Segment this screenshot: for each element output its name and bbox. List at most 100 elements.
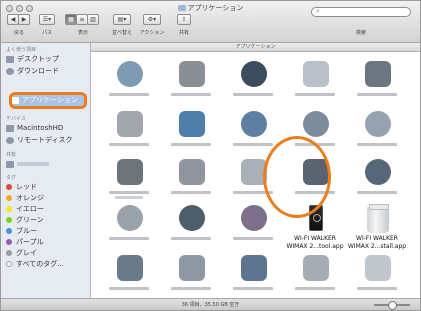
app-tile[interactable] — [99, 157, 159, 207]
sidebar-item-desktop[interactable]: デスクトップ — [6, 54, 88, 64]
app-tile[interactable] — [161, 59, 221, 109]
app-tile[interactable] — [347, 59, 407, 109]
app-tile[interactable] — [99, 59, 159, 109]
app-label: WI-FI WALKER WIMAX 2...tool.app — [286, 235, 344, 250]
search-label: 検索 — [355, 30, 366, 36]
app-tile[interactable] — [99, 109, 159, 159]
app-icon — [365, 159, 391, 185]
tag-blue[interactable]: ブルー — [6, 226, 88, 236]
icon-size-slider[interactable] — [374, 301, 410, 310]
app-tile[interactable] — [99, 203, 159, 253]
arrange-icon: ▤▾ — [117, 16, 127, 23]
app-tile[interactable] — [223, 59, 283, 109]
finder-window: アプリケーション ◀ ▶ ☰▾ ▦ ≡ ▥ ▤▾ ⚙▾ ⇧ 戻る パス 表示 並… — [0, 0, 421, 311]
gray-tag-icon — [6, 250, 12, 256]
column-view-icon: ▥ — [90, 16, 96, 23]
app-tile[interactable] — [161, 203, 221, 253]
icon-grid: WI-FI WALKER WIMAX 2...tool.app WI-FI WA… — [91, 53, 420, 298]
app-icon — [241, 111, 267, 137]
tag-all[interactable]: すべてのタグ... — [6, 259, 88, 269]
highlight-ring-applications — [9, 92, 87, 109]
app-tile[interactable] — [347, 157, 407, 207]
action-popup: ⚙▾ — [143, 14, 161, 25]
tag-red[interactable]: レッド — [6, 182, 88, 192]
shared-header: 共有 — [6, 152, 17, 158]
app-icon — [117, 111, 143, 137]
action-label: アクション — [139, 30, 165, 36]
back-arrow-icon: ◀ — [10, 16, 16, 23]
highlight-ring-uninstaller — [263, 136, 331, 218]
view-buttons: ▦ ≡ ▥ — [65, 14, 99, 25]
toolbar: アプリケーション ◀ ▶ ☰▾ ▦ ≡ ▥ ▤▾ ⚙▾ ⇧ 戻る パス 表示 並… — [1, 1, 420, 43]
icon-view-icon: ▦ — [68, 16, 74, 23]
app-icon — [303, 61, 329, 87]
sidebar-item-shared-mac[interactable] — [6, 159, 88, 169]
app-icon — [117, 61, 143, 87]
purple-tag-icon — [6, 239, 12, 245]
sidebar-item-downloads[interactable]: ダウンロード — [6, 66, 88, 76]
share-popup: ⇧ — [177, 14, 191, 25]
download-icon — [6, 67, 14, 75]
devices-header: デバイス — [6, 116, 26, 122]
favorites-header: よく使う項目 — [6, 47, 37, 53]
view-label: 表示 — [77, 30, 88, 36]
app-icon — [365, 61, 391, 87]
app-tile[interactable] — [347, 253, 407, 298]
app-tile[interactable] — [223, 253, 283, 298]
app-icon — [179, 255, 205, 281]
app-tile[interactable] — [285, 59, 345, 109]
orange-tag-icon — [6, 195, 12, 201]
app-icon — [241, 205, 267, 231]
share-button[interactable]: ⇧ — [177, 14, 191, 25]
app-tile[interactable] — [99, 253, 159, 298]
tags-header: タグ — [6, 175, 17, 181]
path-menu-icon: ☰▾ — [42, 16, 52, 23]
app-icon — [117, 255, 143, 281]
shared-computer-name-redacted — [17, 162, 49, 166]
path-button[interactable]: ☰▾ — [39, 14, 55, 25]
sidebar: よく使う項目 デスクトップ ダウンロード アプリケーション デバイス Macin… — [1, 43, 91, 298]
share-label: 共有 — [178, 30, 189, 36]
column-view-button[interactable]: ▥ — [87, 14, 99, 25]
path-bar: アプリケーション — [91, 43, 420, 52]
action-button[interactable]: ⚙▾ — [143, 14, 161, 25]
search-field[interactable]: ⌕ — [311, 7, 411, 17]
sidebar-item-macintosh-hd[interactable]: MacintoshHD — [6, 123, 88, 133]
all-tags-icon — [6, 261, 12, 267]
gear-icon: ⚙▾ — [147, 16, 157, 23]
app-tile[interactable] — [347, 109, 407, 159]
tag-gray[interactable]: グレイ — [6, 248, 88, 258]
path-popup: ☰▾ — [39, 14, 55, 25]
app-icon — [241, 255, 267, 281]
app-tile[interactable] — [285, 253, 345, 298]
tag-purple[interactable]: パープル — [6, 237, 88, 247]
app-tile[interactable] — [223, 203, 283, 253]
path-label: パス — [41, 30, 52, 36]
blue-tag-icon — [6, 228, 12, 234]
forward-arrow-icon: ▶ — [21, 16, 27, 23]
app-label: WI-FI WALKER WIMAX 2...stall.app — [347, 235, 407, 250]
app-icon — [179, 111, 205, 137]
red-tag-icon — [6, 184, 12, 190]
tag-yellow[interactable]: イエロー — [6, 204, 88, 214]
app-icon — [117, 205, 143, 231]
app-tile[interactable] — [161, 157, 221, 207]
arrange-label: 並べ替え — [111, 30, 132, 36]
arrange-button[interactable]: ▤▾ — [113, 14, 131, 25]
trash-icon — [367, 204, 389, 233]
app-tile-wifi-walker-uninstall[interactable]: WI-FI WALKER WIMAX 2...stall.app — [347, 203, 407, 253]
app-tile[interactable] — [161, 253, 221, 298]
app-icon — [365, 255, 391, 281]
sidebar-item-remote-disc[interactable]: リモートディスク — [6, 135, 88, 145]
app-tile[interactable] — [161, 109, 221, 159]
app-icon — [179, 61, 205, 87]
tag-orange[interactable]: オレンジ — [6, 193, 88, 203]
desktop-icon — [6, 55, 14, 63]
computer-icon — [6, 160, 14, 168]
tag-green[interactable]: グリーン — [6, 215, 88, 225]
app-icon — [303, 111, 329, 137]
app-icon — [179, 205, 205, 231]
app-icon — [365, 111, 391, 137]
forward-button[interactable]: ▶ — [18, 14, 30, 25]
search-icon: ⌕ — [316, 7, 320, 15]
